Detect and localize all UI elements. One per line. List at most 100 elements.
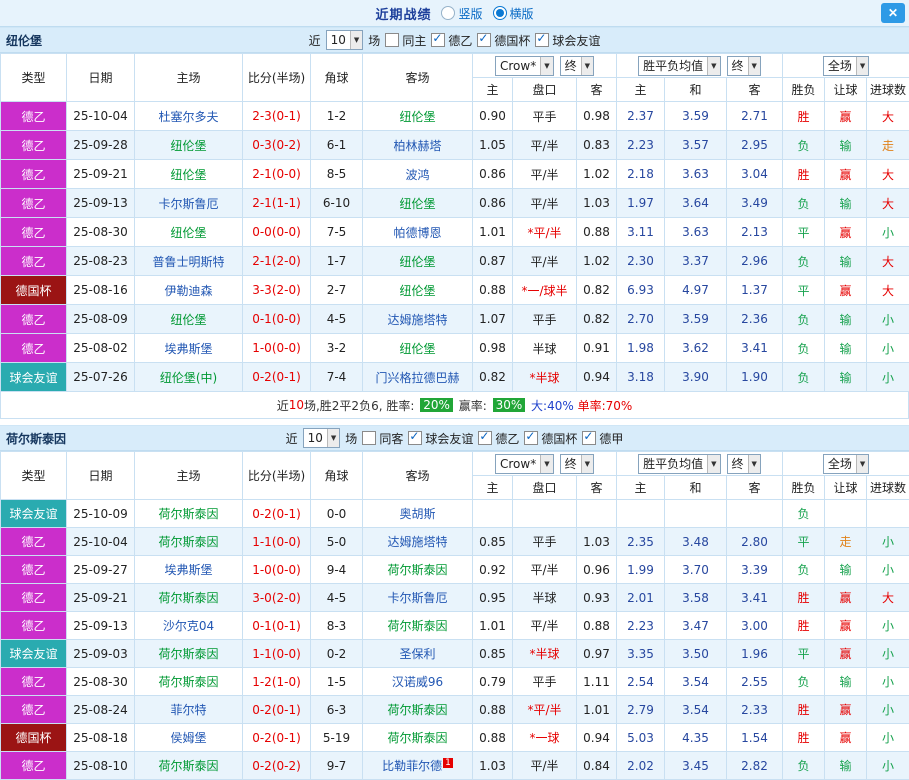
filter-checkbox[interactable]: 德乙	[478, 430, 519, 447]
team-link[interactable]: 普鲁士明斯特	[152, 255, 224, 269]
team-link[interactable]: 伊勒迪森	[164, 284, 212, 298]
asian-final-select[interactable]: 终 ▼	[560, 56, 594, 76]
col-eu-away: 客	[727, 476, 783, 500]
home-team-cell: 荷尔斯泰因	[135, 584, 243, 612]
result-handicap-cell: 输	[825, 131, 867, 160]
team-link[interactable]: 柏林赫塔	[393, 139, 441, 153]
team-link[interactable]: 纽伦堡	[399, 255, 435, 269]
team-link[interactable]: 荷尔斯泰因	[387, 731, 447, 745]
team-link[interactable]: 纽伦堡	[170, 313, 206, 327]
scope-select[interactable]: 全场 ▼	[823, 454, 869, 474]
europe-odds-select[interactable]: 胜平负均值 ▼	[638, 56, 720, 76]
layout-radio-horizontal[interactable]: 横版	[493, 5, 534, 22]
team-link[interactable]: 杜塞尔多夫	[158, 110, 218, 124]
scope-select[interactable]: 全场 ▼	[823, 56, 869, 76]
team-link[interactable]: 荷尔斯泰因	[158, 647, 218, 661]
team-link[interactable]: 荷尔斯泰因	[158, 591, 218, 605]
avg-home-odds-cell: 3.11	[617, 218, 665, 247]
match-count-select[interactable]: 10 ▼	[303, 428, 341, 448]
league-type-cell: 德国杯	[1, 276, 67, 305]
team-link[interactable]: 菲尔特	[170, 703, 206, 717]
date-cell: 25-09-21	[67, 584, 135, 612]
asian-final-select[interactable]: 终 ▼	[560, 454, 594, 474]
europe-final-select[interactable]: 终 ▼	[727, 56, 761, 76]
filter-checkbox-label: 球会友谊	[425, 430, 473, 447]
col-eu-away: 客	[727, 78, 783, 102]
filter-checkbox[interactable]: 球会友谊	[408, 430, 473, 447]
team-link[interactable]: 荷尔斯泰因	[158, 759, 218, 773]
avg-home-odds-cell: 5.03	[617, 724, 665, 752]
team-link[interactable]: 纽伦堡	[399, 110, 435, 124]
team-link[interactable]: 达姆施塔特	[387, 313, 447, 327]
team-link[interactable]: 奥胡斯	[399, 507, 435, 521]
team-link[interactable]: 波鸿	[405, 168, 429, 182]
team-link[interactable]: 纽伦堡	[399, 197, 435, 211]
team-link[interactable]: 纽伦堡	[399, 284, 435, 298]
team-link[interactable]: 荷尔斯泰因	[158, 675, 218, 689]
home-team-cell: 普鲁士明斯特	[135, 247, 243, 276]
team-link[interactable]: 埃弗斯堡	[164, 563, 212, 577]
date-cell: 25-08-16	[67, 276, 135, 305]
col-corner: 角球	[311, 452, 363, 500]
corner-cell: 5-0	[311, 528, 363, 556]
team-link[interactable]: 荷尔斯泰因	[387, 619, 447, 633]
filter-checkbox[interactable]: 德乙	[431, 32, 472, 49]
filter-checkbox[interactable]: 同客	[362, 430, 403, 447]
handicap-cell: *一球	[513, 724, 577, 752]
avg-draw-odds-cell	[665, 500, 727, 528]
team-link[interactable]: 纽伦堡	[170, 139, 206, 153]
europe-odds-select[interactable]: 胜平负均值 ▼	[638, 454, 720, 474]
filter-checkbox[interactable]: 球会友谊	[535, 32, 600, 49]
asian-odds-away-cell: 0.93	[577, 584, 617, 612]
match-count-value: 10	[331, 33, 346, 47]
odds-company-select[interactable]: Crow* ▼	[495, 56, 554, 76]
team-link[interactable]: 比勒菲尔德1	[382, 759, 453, 773]
team-link[interactable]: 荷尔斯泰因	[158, 535, 218, 549]
asian-odds-home-cell: 0.98	[473, 334, 513, 363]
filter-checkbox[interactable]: 德国杯	[524, 430, 577, 447]
team-link[interactable]: 帕德博恩	[393, 226, 441, 240]
filter-checkbox[interactable]: 同主	[385, 32, 426, 49]
match-count-value: 10	[308, 431, 323, 445]
team-link[interactable]: 纽伦堡(中)	[160, 371, 217, 385]
team-link[interactable]: 埃弗斯堡	[164, 342, 212, 356]
asian-odds-home-cell: 1.05	[473, 131, 513, 160]
team-link[interactable]: 纽伦堡	[170, 226, 206, 240]
team-link[interactable]: 汉诺威96	[392, 675, 443, 689]
corner-cell: 6-1	[311, 131, 363, 160]
avg-away-odds-cell: 3.39	[727, 556, 783, 584]
avg-home-odds-cell	[617, 500, 665, 528]
handicap-cell: 平手	[513, 305, 577, 334]
asian-odds-away-cell: 1.03	[577, 528, 617, 556]
match-row: 德乙25-08-30荷尔斯泰因1-2(1-0)1-5汉诺威960.79平手1.1…	[1, 668, 909, 696]
team-link[interactable]: 侯姆堡	[170, 731, 206, 745]
score-cell: 1-0(0-0)	[243, 556, 311, 584]
odds-company-select[interactable]: Crow* ▼	[495, 454, 554, 474]
team-link[interactable]: 沙尔克04	[163, 619, 214, 633]
team-link[interactable]: 荷尔斯泰因	[158, 507, 218, 521]
team-link[interactable]: 纽伦堡	[170, 168, 206, 182]
close-button[interactable]: ✕	[881, 3, 905, 23]
match-row: 德乙25-08-09纽伦堡0-1(0-0)4-5达姆施塔特1.07平手0.822…	[1, 305, 909, 334]
team-link[interactable]: 荷尔斯泰因	[387, 563, 447, 577]
team-link[interactable]: 荷尔斯泰因	[387, 703, 447, 717]
away-team-cell: 帕德博恩	[363, 218, 473, 247]
summary-segment: 大:40%	[527, 397, 574, 414]
europe-final-select[interactable]: 终 ▼	[727, 454, 761, 474]
filter-checkbox[interactable]: 德甲	[582, 430, 623, 447]
result-handicap-cell: 赢	[825, 584, 867, 612]
match-count-select[interactable]: 10 ▼	[326, 30, 364, 50]
result-scope-group-header: 全场 ▼	[783, 54, 909, 78]
layout-radio-vertical[interactable]: 竖版	[441, 5, 482, 22]
team-link[interactable]: 达姆施塔特	[387, 535, 447, 549]
team-link[interactable]: 门兴格拉德巴赫	[375, 371, 459, 385]
result-goals-cell: 大	[867, 276, 909, 305]
avg-home-odds-cell: 1.98	[617, 334, 665, 363]
team-link[interactable]: 卡尔斯鲁厄	[158, 197, 218, 211]
team-link[interactable]: 卡尔斯鲁厄	[387, 591, 447, 605]
result-wdl-cell: 胜	[783, 724, 825, 752]
filter-checkbox[interactable]: 德国杯	[477, 32, 530, 49]
team-link[interactable]: 纽伦堡	[399, 342, 435, 356]
team-link[interactable]: 圣保利	[399, 647, 435, 661]
home-team-cell: 荷尔斯泰因	[135, 528, 243, 556]
